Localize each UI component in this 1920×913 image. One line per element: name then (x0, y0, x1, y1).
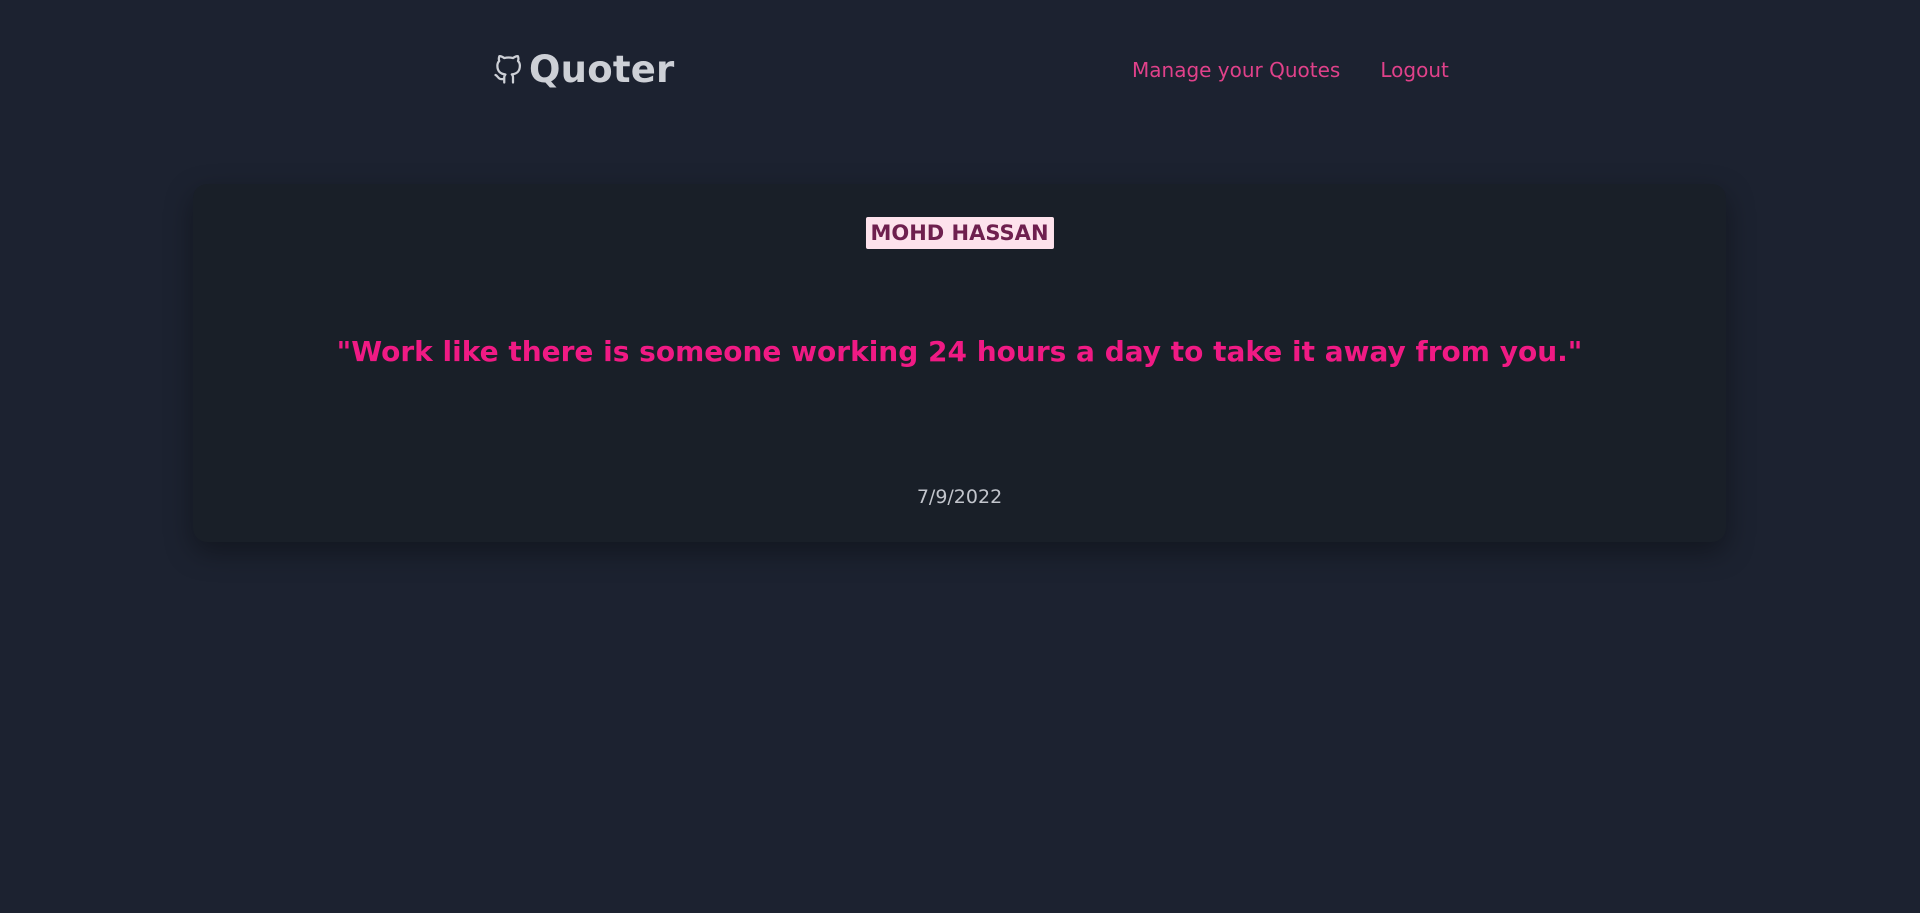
navbar: Quoter Manage your Quotes Logout (0, 0, 1920, 142)
brand-link[interactable]: Quoter (493, 48, 674, 92)
nav-links: Manage your Quotes Logout (1132, 56, 1449, 84)
quote-text: "Work like there is someone working 24 h… (336, 335, 1583, 368)
quote-date: 7/9/2022 (916, 486, 1003, 508)
manage-quotes-link[interactable]: Manage your Quotes (1132, 56, 1340, 84)
author-badge: MOHD HASSAN (865, 217, 1054, 249)
quote-card: MOHD HASSAN "Work like there is someone … (193, 184, 1726, 542)
github-icon (493, 54, 523, 86)
brand-title: Quoter (529, 48, 675, 91)
logout-link[interactable]: Logout (1380, 56, 1448, 84)
